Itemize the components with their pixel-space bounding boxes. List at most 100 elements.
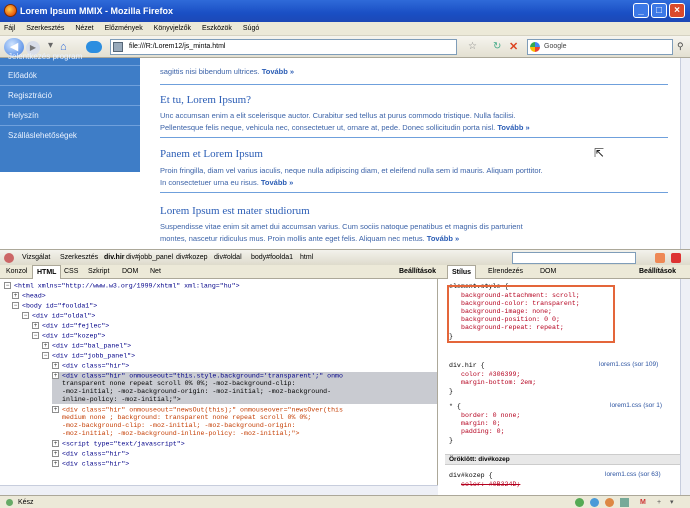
sidebar-item-accommodation[interactable]: Szálláslehetőségek	[0, 126, 140, 146]
tree-node-text: <div id="fejlec">	[42, 322, 110, 330]
tree-node[interactable]: − <body id="foolda1">	[12, 302, 97, 310]
article-intro-text: sagittis nisi bibendum ultrices.	[160, 67, 260, 76]
detach-button[interactable]	[655, 253, 665, 263]
style-panel-scrollbar[interactable]	[680, 279, 690, 495]
breadcrumb-html[interactable]: html	[300, 250, 313, 266]
breadcrumb-kozep[interactable]: div#kozep	[176, 250, 208, 266]
tree-node[interactable]: + <div class="hir">	[52, 450, 129, 458]
more-link[interactable]: Tovább »	[261, 178, 293, 187]
style-property[interactable]: margin: 0;	[461, 420, 501, 428]
tab-dom[interactable]: DOM	[118, 265, 142, 279]
tree-node[interactable]: − <div id="oldal">	[22, 312, 95, 320]
rule-source-link[interactable]: lorem1.css (sor 1)	[610, 402, 662, 409]
tree-node[interactable]: − <div id="jobb_panel">	[42, 352, 135, 360]
close-button[interactable]: ×	[669, 3, 685, 18]
star-icon[interactable]: ☆	[468, 41, 477, 52]
chevron-down-icon[interactable]: ▾	[670, 496, 674, 508]
style-property-overridden[interactable]: color: #0B324D;	[461, 481, 520, 489]
rule-source-link[interactable]: lorem1.css (sor 63)	[605, 471, 661, 478]
tab-style[interactable]: Stílus	[447, 265, 477, 279]
sidebar-item-program[interactable]: Jelentkezés program	[0, 50, 140, 66]
sidebar-item-registration[interactable]: Regisztráció	[0, 86, 140, 106]
add-icon[interactable]: +	[657, 496, 661, 508]
reload-icon[interactable]: ↻	[493, 41, 501, 52]
url-input[interactable]: file:///R:/Lorem12/js_minta.html	[110, 39, 457, 55]
style-options-menu[interactable]: Beállítások	[635, 265, 680, 279]
menu-help[interactable]: Súgó	[243, 25, 259, 32]
inspect-button[interactable]: Vizsgálat	[22, 250, 50, 266]
search-input[interactable]: Google	[527, 39, 673, 55]
more-link[interactable]: Tovább »	[427, 234, 459, 243]
article-title[interactable]: Lorem Ipsum est mater studiorum	[160, 205, 310, 217]
tab-net[interactable]: Net	[146, 265, 165, 279]
firebug-status-icon[interactable]	[605, 498, 614, 507]
menu-tools[interactable]: Eszközök	[202, 25, 232, 32]
breadcrumb-oldal[interactable]: div#oldal	[214, 250, 242, 266]
stop-icon[interactable]: ✕	[509, 40, 518, 53]
page-scrollbar[interactable]	[680, 58, 690, 249]
options-menu[interactable]: Beállítások	[395, 265, 440, 279]
mail-icon[interactable]: M	[640, 496, 646, 508]
article-title[interactable]: Et tu, Lorem Ipsum?	[160, 94, 251, 106]
article-text: Pellentesque felis neque, vehicula nec, …	[160, 123, 670, 132]
tab-script[interactable]: Szkript	[84, 265, 113, 279]
breadcrumb-div-hir[interactable]: div.hir	[104, 250, 124, 266]
sidebar-item-speakers[interactable]: Előadók	[0, 66, 140, 86]
tree-node[interactable]: + <script type="text/javascript">	[52, 440, 185, 448]
article-title[interactable]: Panem et Lorem Ipsum	[160, 148, 263, 160]
more-link[interactable]: Tovább »	[262, 67, 294, 76]
article-text-line: montes, nascetur ridiculus mus. Proin mo…	[160, 234, 425, 243]
tab-css[interactable]: CSS	[60, 265, 82, 279]
tree-node[interactable]: + <div id="fejlec">	[32, 322, 109, 330]
tree-node-text: <script type="text/javascript">	[62, 440, 185, 448]
tree-node[interactable]: + <div class="hir">	[52, 362, 129, 370]
minimize-button[interactable]: _	[633, 3, 649, 18]
menu-view[interactable]: Nézet	[75, 25, 93, 32]
tree-node-text: <head>	[22, 292, 46, 300]
edit-button[interactable]: Szerkesztés	[60, 250, 98, 266]
tree-node[interactable]: + <head>	[12, 292, 46, 300]
selected-tree-node-cont: transparent none repeat scroll 0% 0%; -m…	[52, 380, 437, 388]
style-property[interactable]: color: #306399;	[461, 371, 520, 379]
tree-node[interactable]: + <div class="hir" onmouseout="newsOut(th…	[52, 406, 343, 414]
status-bar: Kész M + ▾	[0, 495, 690, 508]
style-property[interactable]: border: 0 none;	[461, 412, 520, 420]
divider	[160, 84, 668, 85]
tree-node[interactable]: − <html xmlns="http://www.w3.org/1999/xht…	[4, 282, 240, 290]
style-property[interactable]: padding: 0;	[461, 428, 505, 436]
menu-file[interactable]: Fájl	[4, 25, 15, 32]
grid-icon[interactable]	[620, 498, 629, 507]
tree-node-text: <div id="bal_panel">	[52, 342, 132, 350]
menu-bookmarks[interactable]: Könyvjelzők	[154, 25, 191, 32]
firebug-search-input[interactable]	[512, 252, 636, 264]
html-panel-hscrollbar[interactable]	[0, 485, 438, 495]
tab-dom-right[interactable]: DOM	[536, 265, 560, 279]
firebug-bug-icon[interactable]	[4, 253, 14, 263]
breadcrumb-body[interactable]: body#foolda1	[251, 250, 293, 266]
search-icon[interactable]: ⚲	[677, 41, 684, 52]
article-text-line: Pellentesque felis neque, vehicula nec, …	[160, 123, 496, 132]
sidebar-item-location[interactable]: Helyszín	[0, 106, 140, 126]
tab-html[interactable]: HTML	[32, 265, 62, 279]
addon-icon[interactable]	[590, 498, 599, 507]
tree-node[interactable]: + <div id="bal_panel">	[42, 342, 131, 350]
tree-node-cont: -moz-initial; -moz-background-inline-pol…	[62, 430, 300, 437]
menu-history[interactable]: Előzmények	[105, 25, 143, 32]
tab-layout[interactable]: Elrendezés	[484, 265, 527, 279]
more-link[interactable]: Tovább »	[497, 123, 529, 132]
close-firebug-button[interactable]	[671, 253, 681, 263]
tree-node[interactable]: + <div class="hir">	[52, 460, 129, 468]
breadcrumb-jobb-panel[interactable]: div#jobb_panel	[126, 250, 173, 266]
tree-node[interactable]: − <div id="kozep">	[32, 332, 105, 340]
maximize-button[interactable]: □	[651, 3, 667, 18]
rule-source-link[interactable]: lorem1.css (sor 109)	[599, 361, 658, 368]
tree-node-text: <div class="hir" onmouseout="this.style.…	[62, 372, 343, 380]
tree-node-text: <html xmlns="http://www.w3.org/1999/xhtm…	[14, 282, 240, 290]
addon-icon[interactable]	[575, 498, 584, 507]
firefox-icon	[4, 4, 17, 17]
selected-tree-node[interactable]: + <div class="hir" onmouseout="this.style…	[52, 372, 437, 380]
style-property[interactable]: margin-bottom: 2em;	[461, 379, 536, 387]
tab-console[interactable]: Konzol	[2, 265, 31, 279]
rule-selector: div#kozep {	[449, 472, 493, 479]
menu-edit[interactable]: Szerkesztés	[26, 25, 64, 32]
